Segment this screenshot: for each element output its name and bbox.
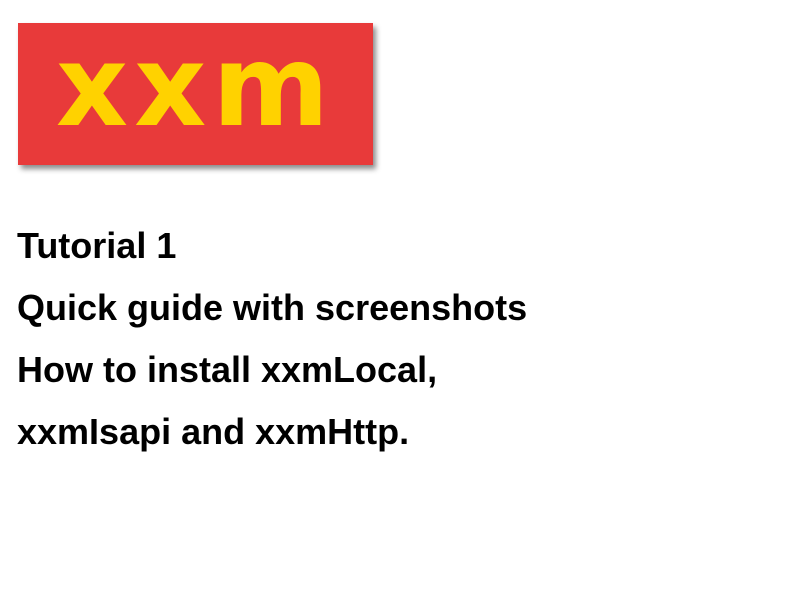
tutorial-number: Tutorial 1 (17, 225, 177, 266)
tutorial-topic-line-2: xxmIsapi and xxmHttp. (17, 411, 410, 452)
logo-text: xxm (55, 23, 336, 152)
tutorial-subtitle: Quick guide with screenshots (17, 287, 528, 328)
tutorial-topic-line-1: How to install xxmLocal, (17, 349, 438, 390)
slide: xxm Tutorial 1 Quick guide with screensh… (0, 0, 800, 600)
xxm-logo: xxm (18, 23, 373, 165)
tutorial-title-block: Tutorial 1 Quick guide with screenshots … (17, 215, 787, 463)
